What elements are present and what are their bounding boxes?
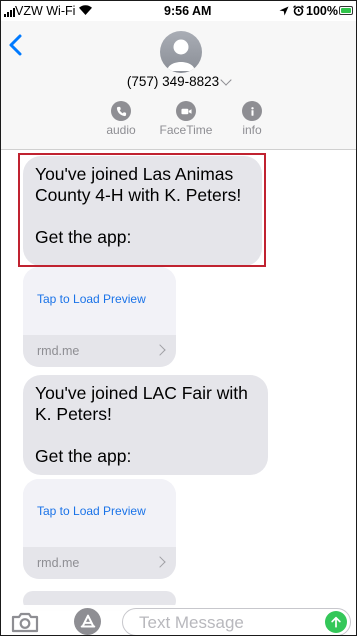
link-domain-bar[interactable]: rmd.me [23,335,176,367]
load-preview-area[interactable]: Tap to Load Preview [23,267,176,335]
signal-icon [4,8,15,17]
message-text: You've joined LAC Fair with K. Peters! [35,383,248,424]
link-preview[interactable]: Tap to Load Preview rmd.me [23,267,176,367]
facetime-button[interactable]: FaceTime [156,101,216,137]
messages-screen: VZW Wi-Fi 9:56 AM 100% (757) 349-8823 au… [0,0,357,636]
chevron-down-icon [220,74,232,86]
send-button[interactable] [325,611,347,633]
contact-avatar[interactable] [160,31,202,73]
message-input[interactable] [137,611,311,635]
message-field[interactable] [122,608,351,635]
composer-bar [1,605,356,635]
video-icon [176,101,196,121]
wifi-icon [79,5,92,15]
chevron-right-icon [154,344,166,356]
camera-icon[interactable] [11,611,39,633]
load-preview-area[interactable]: Tap to Load Preview [23,479,176,547]
highlight-box [18,153,266,267]
contact-name[interactable]: (757) 349-8823 [1,74,356,89]
facetime-label: FaceTime [159,123,213,137]
phone-icon [111,101,131,121]
load-preview-label: Tap to Load Preview [37,292,146,306]
link-preview[interactable]: Tap to Load Preview rmd.me [23,479,176,579]
battery-icon [339,6,353,15]
link-domain: rmd.me [37,344,80,358]
chevron-right-icon [154,556,166,568]
info-label: info [242,123,262,137]
battery-percentage: 100% [306,4,338,18]
load-preview-label: Tap to Load Preview [37,504,146,518]
conversation-header: (757) 349-8823 audio FaceTime info [1,21,356,150]
app-store-icon[interactable] [74,608,101,635]
status-bar: VZW Wi-Fi 9:56 AM 100% [1,1,356,21]
audio-call-button[interactable]: audio [91,101,151,137]
link-domain-bar[interactable]: rmd.me [23,547,176,579]
contact-number: (757) 349-8823 [126,74,220,89]
alarm-icon [293,5,304,16]
back-chevron-icon[interactable] [5,33,29,57]
message-bubble[interactable]: You've joined LAC Fair with K. Peters! G… [23,375,268,475]
link-domain: rmd.me [37,556,80,570]
status-time: 9:56 AM [164,4,212,18]
carrier-label: VZW Wi-Fi [15,4,76,18]
info-icon [242,101,262,121]
info-button[interactable]: info [222,101,282,137]
message-text: Get the app: [35,446,132,466]
audio-label: audio [106,123,136,137]
location-arrow-icon [279,6,289,16]
person-silhouette-icon [167,39,195,71]
arrow-up-icon [331,616,341,628]
